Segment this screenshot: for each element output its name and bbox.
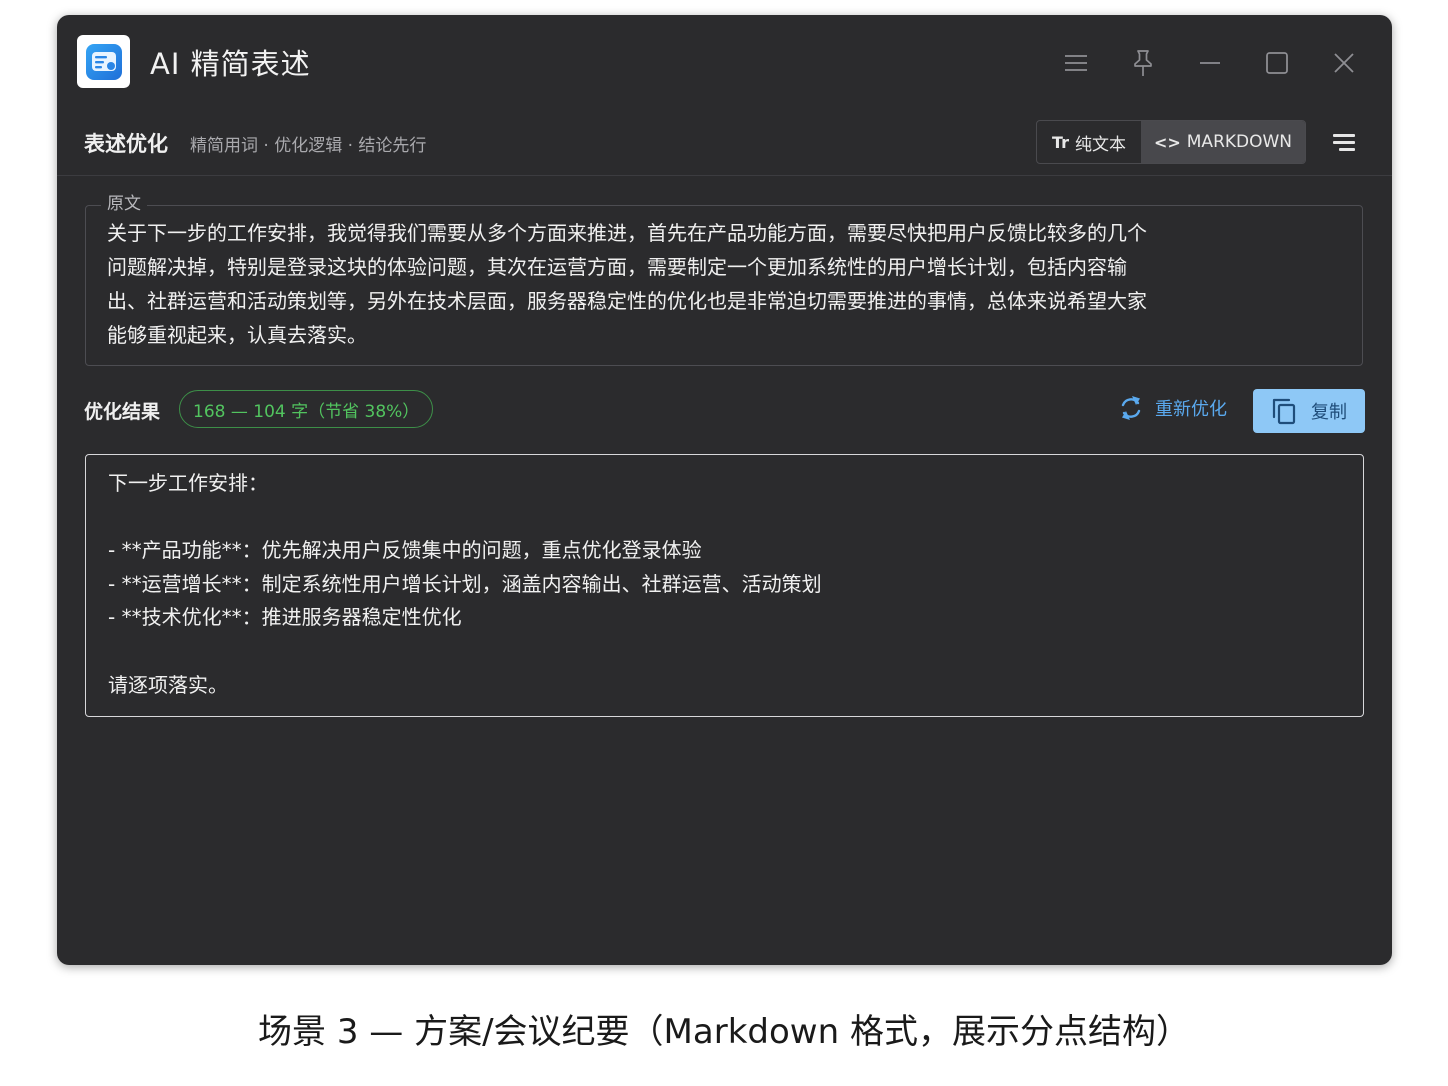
source-line: 出、社群运营和活动策划等，另外在技术层面，服务器稳定性的优化也是非常迫切需要推进… xyxy=(107,289,1147,313)
title-bar: AI 精简表述 xyxy=(57,15,1392,110)
markdown-mode-button[interactable]: <> MARKDOWN xyxy=(1141,121,1305,163)
minimize-icon[interactable] xyxy=(1190,43,1230,83)
figure-caption: 场景 3 — 方案/会议纪要（Markdown 格式，展示分点结构） xyxy=(258,1012,1190,1052)
app-logo-icon xyxy=(77,35,130,88)
plain-text-mode-label: 纯文本 xyxy=(1075,134,1127,155)
result-line: - **产品功能**：优先解决用户反馈集中的问题，重点优化登录体验 xyxy=(108,538,702,563)
plain-text-mode-button[interactable]: Tr 纯文本 xyxy=(1037,121,1141,163)
char-count-badge: 168 — 104 字（节省 38%） xyxy=(179,390,434,428)
close-icon[interactable] xyxy=(1324,43,1364,83)
regenerate-button[interactable]: 重新优化 xyxy=(1119,395,1227,421)
result-line xyxy=(108,501,822,535)
result-lines: 下一步工作安排： - **产品功能**：优先解决用户反馈集中的问题，重点优化登录… xyxy=(108,467,822,702)
menu-icon[interactable] xyxy=(1056,43,1096,83)
markdown-mode-label: MARKDOWN xyxy=(1186,132,1293,152)
header-divider xyxy=(57,175,1392,176)
copy-icon xyxy=(1272,398,1296,425)
pin-icon[interactable] xyxy=(1123,43,1163,83)
result-output-box[interactable]: 下一步工作安排： - **产品功能**：优先解决用户反馈集中的问题，重点优化登录… xyxy=(85,454,1364,717)
source-line: 关于下一步的工作安排，我觉得我们需要从多个方面来推进，首先在产品功能方面，需要尽… xyxy=(107,221,1147,245)
section-subtitle: 精简用词 · 优化逻辑 · 结论先行 xyxy=(190,136,427,156)
copy-label: 复制 xyxy=(1311,402,1347,423)
app-title: AI 精简表述 xyxy=(150,47,311,81)
refresh-icon xyxy=(1121,396,1141,420)
regenerate-label: 重新优化 xyxy=(1155,399,1227,420)
result-line: 下一步工作安排： xyxy=(108,471,268,495)
code-icon: <> xyxy=(1153,132,1181,152)
text-format-icon: Tr xyxy=(1051,132,1070,152)
source-text[interactable]: 关于下一步的工作安排，我觉得我们需要从多个方面来推进，首先在产品功能方面，需要尽… xyxy=(107,216,1329,352)
app-window: AI 精简表述 表述优化 精简用词 · 优化逻辑 · 结论先行 Tr 纯文本 <… xyxy=(57,15,1392,965)
source-line: 能够重视起来，认真去落实。 xyxy=(107,323,367,347)
options-menu-icon[interactable] xyxy=(1329,131,1355,153)
source-legend: 原文 xyxy=(101,189,147,214)
result-line: - **运营增长**：制定系统性用户增长计划，涵盖内容输出、社群运营、活动策划 xyxy=(108,571,822,596)
source-line: 问题解决掉，特别是登录这块的体验问题，其次在运营方面，需要制定一个更加系统性的用… xyxy=(107,255,1127,279)
section-title: 表述优化 xyxy=(84,132,168,156)
result-line xyxy=(108,635,822,669)
result-line: - **技术优化**：推进服务器稳定性优化 xyxy=(108,605,462,630)
format-toggle: Tr 纯文本 <> MARKDOWN xyxy=(1036,120,1306,164)
result-line: 请逐项落实。 xyxy=(108,672,228,697)
maximize-icon[interactable] xyxy=(1257,43,1297,83)
result-label: 优化结果 xyxy=(84,401,161,423)
copy-button[interactable]: 复制 xyxy=(1253,389,1365,433)
